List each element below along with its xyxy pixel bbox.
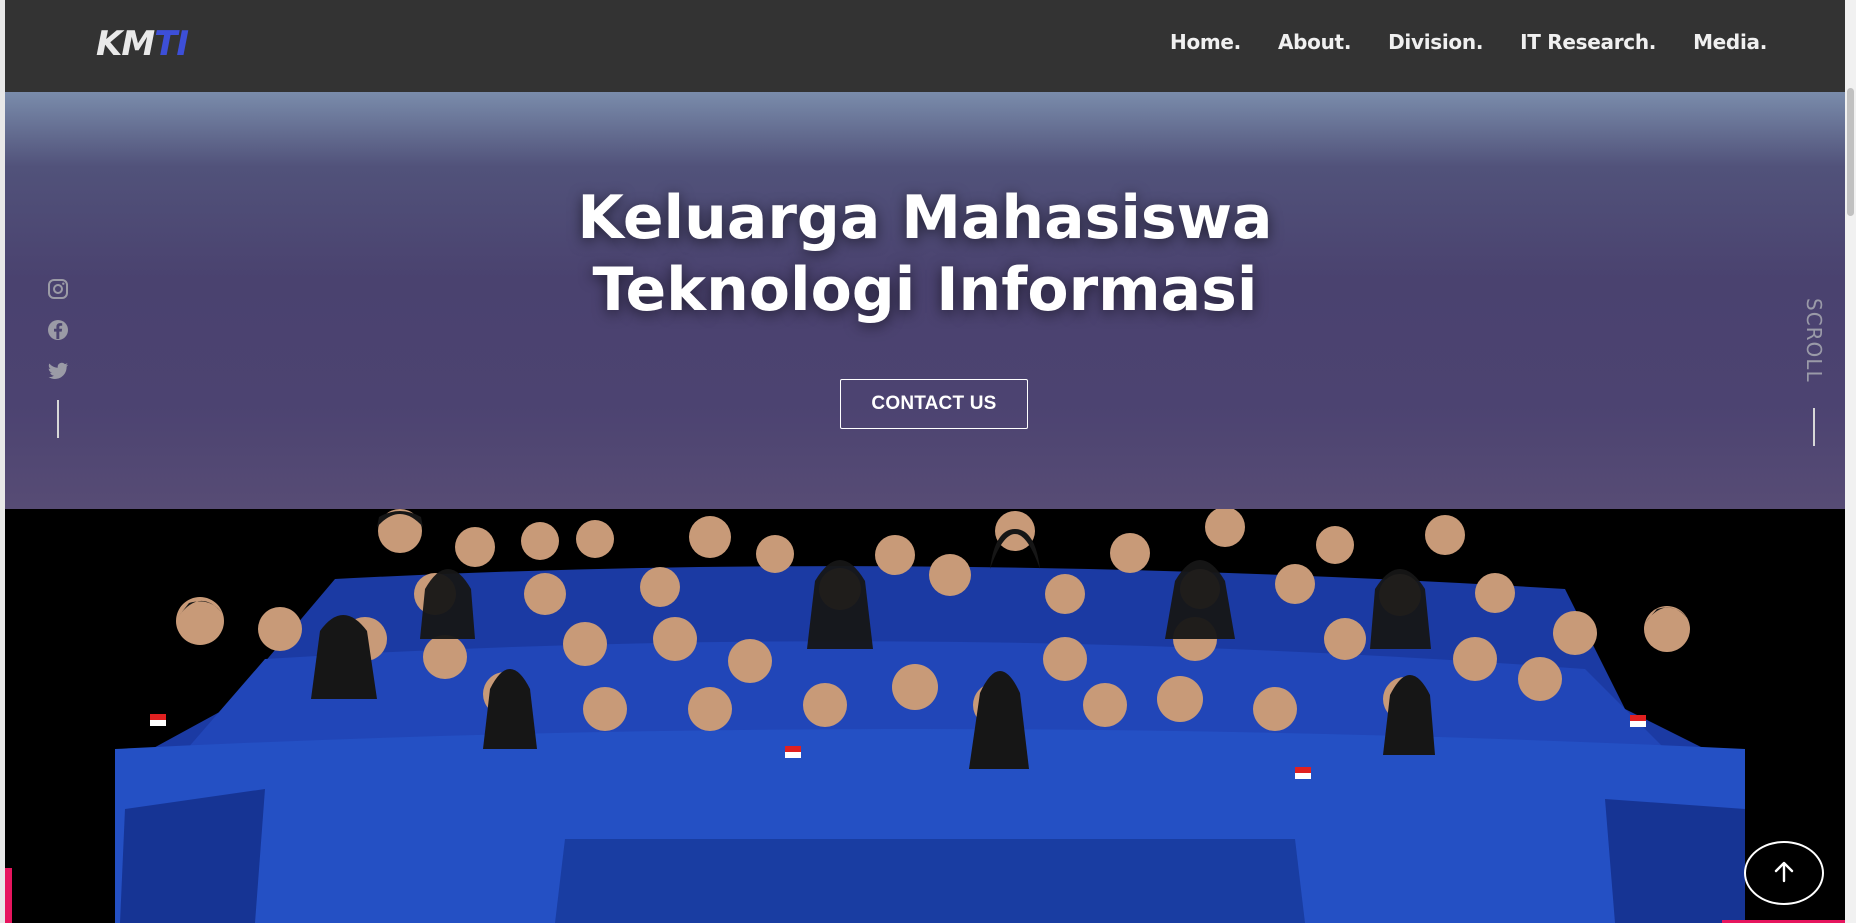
logo-ti-text: TI [154,24,189,64]
group-photo-illustration [115,509,1745,923]
nav-media[interactable]: Media. [1693,30,1767,54]
facebook-icon[interactable] [46,318,70,342]
window-edge [0,0,5,923]
navbar: KMTI Home. About. Division. IT Research.… [5,0,1845,92]
hero-title-line1: Keluarga Mahasiswa [577,183,1273,253]
instagram-icon[interactable] [46,277,70,301]
hero-title: Keluarga Mahasiswa Teknologi Informasi [5,182,1845,326]
page-scrollbar[interactable] [1845,0,1856,923]
twitter-icon[interactable] [46,359,70,383]
scroll-line [1813,408,1815,446]
nav-menu: Home. About. Division. IT Research. Medi… [1133,30,1767,54]
arrow-up-icon [1771,859,1797,888]
nav-home[interactable]: Home. [1170,30,1241,54]
accent-bar-left [5,868,12,923]
hero-section: Keluarga Mahasiswa Teknologi Informasi C… [5,92,1845,509]
scrollbar-thumb[interactable] [1847,88,1854,216]
kmti-logo[interactable]: KMTI [96,27,189,61]
hero-title-line2: Teknologi Informasi [592,255,1258,325]
group-photo [5,509,1845,923]
contact-us-button[interactable]: CONTACT US [840,379,1028,429]
social-divider-line [57,400,59,438]
logo-km-text: KM [96,24,155,64]
back-to-top-button[interactable] [1744,841,1824,905]
nav-it-research[interactable]: IT Research. [1520,30,1656,54]
scroll-label: SCROLL [1802,298,1826,383]
social-links [46,277,74,438]
nav-about[interactable]: About. [1278,30,1351,54]
nav-division[interactable]: Division. [1388,30,1483,54]
